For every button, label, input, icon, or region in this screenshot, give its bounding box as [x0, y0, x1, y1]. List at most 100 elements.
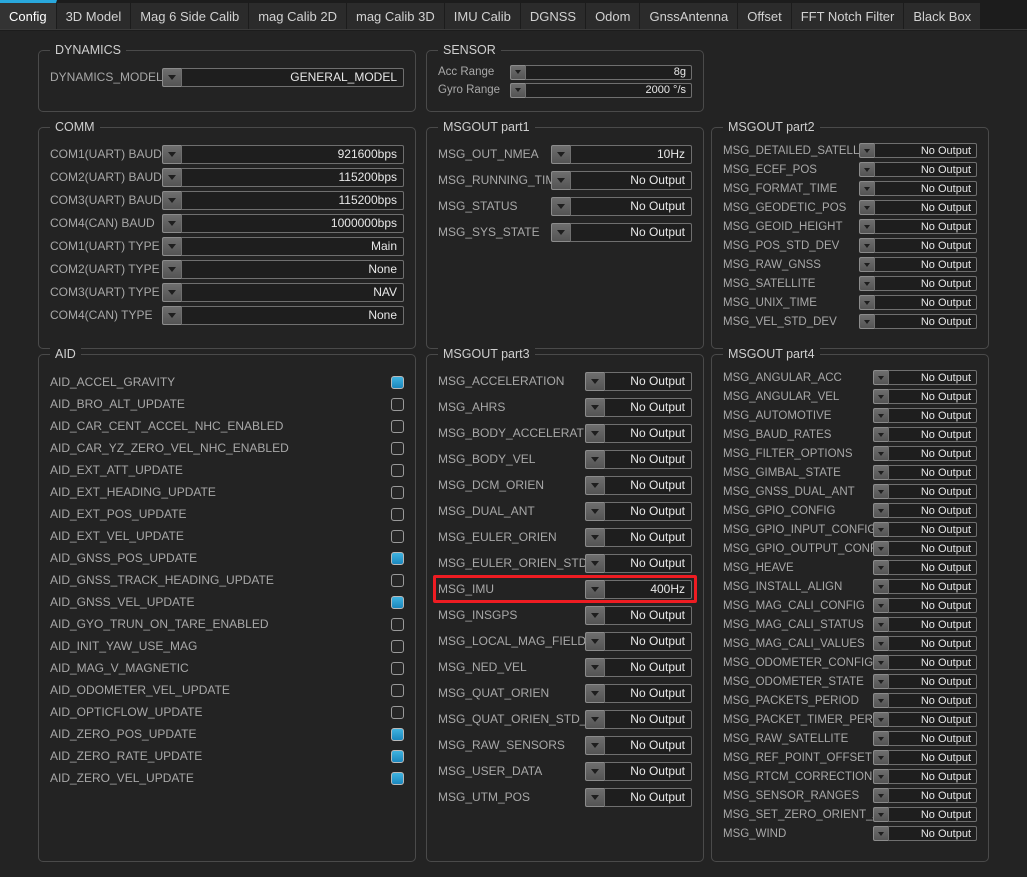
chevron-down-icon[interactable] — [162, 167, 181, 187]
dropdown-msg-pos-std-dev[interactable]: No Output — [859, 238, 977, 253]
dropdown-value[interactable]: No Output — [604, 683, 692, 703]
dropdown-msg-out-nmea[interactable]: 10Hz — [551, 144, 692, 164]
chevron-down-icon[interactable] — [873, 541, 888, 556]
chevron-down-icon[interactable] — [162, 190, 181, 210]
dropdown-com4-can-baud[interactable]: 1000000bps — [162, 213, 404, 233]
checkbox-aid-gnss-pos-update[interactable] — [391, 551, 404, 565]
dropdown-msg-automotive[interactable]: No Output — [873, 408, 977, 423]
chevron-down-icon[interactable] — [873, 693, 888, 708]
dropdown-msg-quat-orien-std-dev[interactable]: No Output — [585, 709, 692, 729]
dropdown-value[interactable]: GENERAL_MODEL — [181, 67, 404, 87]
dropdown-msg-packet-timer-period[interactable]: No Output — [873, 712, 977, 727]
dropdown-value[interactable]: No Output — [874, 257, 977, 272]
chevron-down-icon[interactable] — [859, 276, 874, 291]
checkbox-aid-car-cent-accel-nhc-enabled[interactable] — [391, 419, 404, 433]
dropdown-com2-uart-baud[interactable]: 115200bps — [162, 167, 404, 187]
dropdown-msg-format-time[interactable]: No Output — [859, 181, 977, 196]
chevron-down-icon[interactable] — [585, 527, 604, 547]
chevron-down-icon[interactable] — [162, 305, 181, 325]
dropdown-value[interactable]: No Output — [604, 709, 692, 729]
dropdown-value[interactable]: No Output — [874, 238, 977, 253]
chevron-down-icon[interactable] — [873, 370, 888, 385]
chevron-down-icon[interactable] — [585, 709, 604, 729]
chevron-down-icon[interactable] — [859, 295, 874, 310]
dropdown-msg-mag-cali-values[interactable]: No Output — [873, 636, 977, 651]
tab-offset[interactable]: Offset — [738, 3, 792, 29]
checkbox-aid-zero-pos-update[interactable] — [391, 727, 404, 741]
chevron-down-icon[interactable] — [859, 238, 874, 253]
chevron-down-icon[interactable] — [873, 427, 888, 442]
checkbox-aid-opticflow-update[interactable] — [391, 705, 404, 719]
tab-mag-calib-2d[interactable]: mag Calib 2D — [249, 3, 347, 29]
dropdown-value[interactable]: No Output — [888, 712, 977, 727]
chevron-down-icon[interactable] — [551, 196, 570, 216]
dropdown-dynamics-model[interactable]: GENERAL_MODEL — [162, 67, 404, 87]
tab-mag-6-side-calib[interactable]: Mag 6 Side Calib — [131, 3, 250, 29]
dropdown-value[interactable]: No Output — [888, 769, 977, 784]
dropdown-value[interactable]: NAV — [181, 282, 404, 302]
dropdown-value[interactable]: No Output — [888, 522, 977, 537]
dropdown-msg-insgps[interactable]: No Output — [585, 605, 692, 625]
dropdown-gyro-range[interactable]: 2000 °/s — [510, 82, 692, 98]
chevron-down-icon[interactable] — [585, 371, 604, 391]
dropdown-msg-gpio-input-config[interactable]: No Output — [873, 522, 977, 537]
checkbox-aid-gyo-trun-on-tare-enabled[interactable] — [391, 617, 404, 631]
chevron-down-icon[interactable] — [585, 553, 604, 573]
dropdown-msg-utm-pos[interactable]: No Output — [585, 787, 692, 807]
dropdown-value[interactable]: 400Hz — [604, 579, 692, 599]
dropdown-value[interactable]: Main — [181, 236, 404, 256]
dropdown-msg-baud-rates[interactable]: No Output — [873, 427, 977, 442]
dropdown-value[interactable]: No Output — [888, 693, 977, 708]
dropdown-value[interactable]: No Output — [888, 807, 977, 822]
dropdown-value[interactable]: No Output — [888, 636, 977, 651]
chevron-down-icon[interactable] — [859, 219, 874, 234]
chevron-down-icon[interactable] — [585, 683, 604, 703]
dropdown-value[interactable]: No Output — [604, 475, 692, 495]
dropdown-com1-uart-type[interactable]: Main — [162, 236, 404, 256]
dropdown-msg-euler-orien[interactable]: No Output — [585, 527, 692, 547]
chevron-down-icon[interactable] — [873, 560, 888, 575]
chevron-down-icon[interactable] — [585, 397, 604, 417]
dropdown-value[interactable]: 2000 °/s — [525, 82, 692, 98]
dropdown-value[interactable]: No Output — [604, 657, 692, 677]
chevron-down-icon[interactable] — [551, 222, 570, 242]
dropdown-value[interactable]: No Output — [874, 276, 977, 291]
dropdown-value[interactable]: No Output — [570, 196, 692, 216]
dropdown-value[interactable]: No Output — [604, 761, 692, 781]
dropdown-msg-raw-satellite[interactable]: No Output — [873, 731, 977, 746]
dropdown-value[interactable]: No Output — [888, 389, 977, 404]
tab-imu-calib[interactable]: IMU Calib — [444, 3, 521, 29]
dropdown-value[interactable]: No Output — [604, 501, 692, 521]
tab-3d-model[interactable]: 3D Model — [56, 3, 132, 29]
dropdown-msg-rtcm-corrections[interactable]: No Output — [873, 769, 977, 784]
dropdown-acc-range[interactable]: 8g — [510, 64, 692, 80]
chevron-down-icon[interactable] — [873, 408, 888, 423]
checkbox-aid-zero-rate-update[interactable] — [391, 749, 404, 763]
dropdown-msg-body-acceleration[interactable]: No Output — [585, 423, 692, 443]
chevron-down-icon[interactable] — [510, 64, 525, 80]
dropdown-msg-ecef-pos[interactable]: No Output — [859, 162, 977, 177]
dropdown-value[interactable]: No Output — [874, 162, 977, 177]
dropdown-msg-mag-cali-config[interactable]: No Output — [873, 598, 977, 613]
tab-dgnss[interactable]: DGNSS — [520, 3, 587, 29]
dropdown-value[interactable]: No Output — [604, 553, 692, 573]
dropdown-value[interactable]: No Output — [888, 826, 977, 841]
tab-black-box[interactable]: Black Box — [904, 3, 982, 29]
chevron-down-icon[interactable] — [162, 144, 181, 164]
dropdown-msg-raw-sensors[interactable]: No Output — [585, 735, 692, 755]
dropdown-msg-ref-point-offset[interactable]: No Output — [873, 750, 977, 765]
checkbox-aid-car-yz-zero-vel-nhc-enabled[interactable] — [391, 441, 404, 455]
chevron-down-icon[interactable] — [585, 631, 604, 651]
dropdown-com4-can-type[interactable]: None — [162, 305, 404, 325]
chevron-down-icon[interactable] — [859, 162, 874, 177]
checkbox-aid-bro-alt-update[interactable] — [391, 397, 404, 411]
dropdown-msg-raw-gnss[interactable]: No Output — [859, 257, 977, 272]
dropdown-msg-status[interactable]: No Output — [551, 196, 692, 216]
dropdown-msg-filter-options[interactable]: No Output — [873, 446, 977, 461]
dropdown-com1-uart-baud[interactable]: 921600bps — [162, 144, 404, 164]
chevron-down-icon[interactable] — [873, 750, 888, 765]
tab-fft-notch-filter[interactable]: FFT Notch Filter — [791, 3, 905, 29]
dropdown-value[interactable]: No Output — [888, 446, 977, 461]
dropdown-value[interactable]: No Output — [874, 143, 977, 158]
dropdown-msg-imu[interactable]: 400Hz — [585, 579, 692, 599]
